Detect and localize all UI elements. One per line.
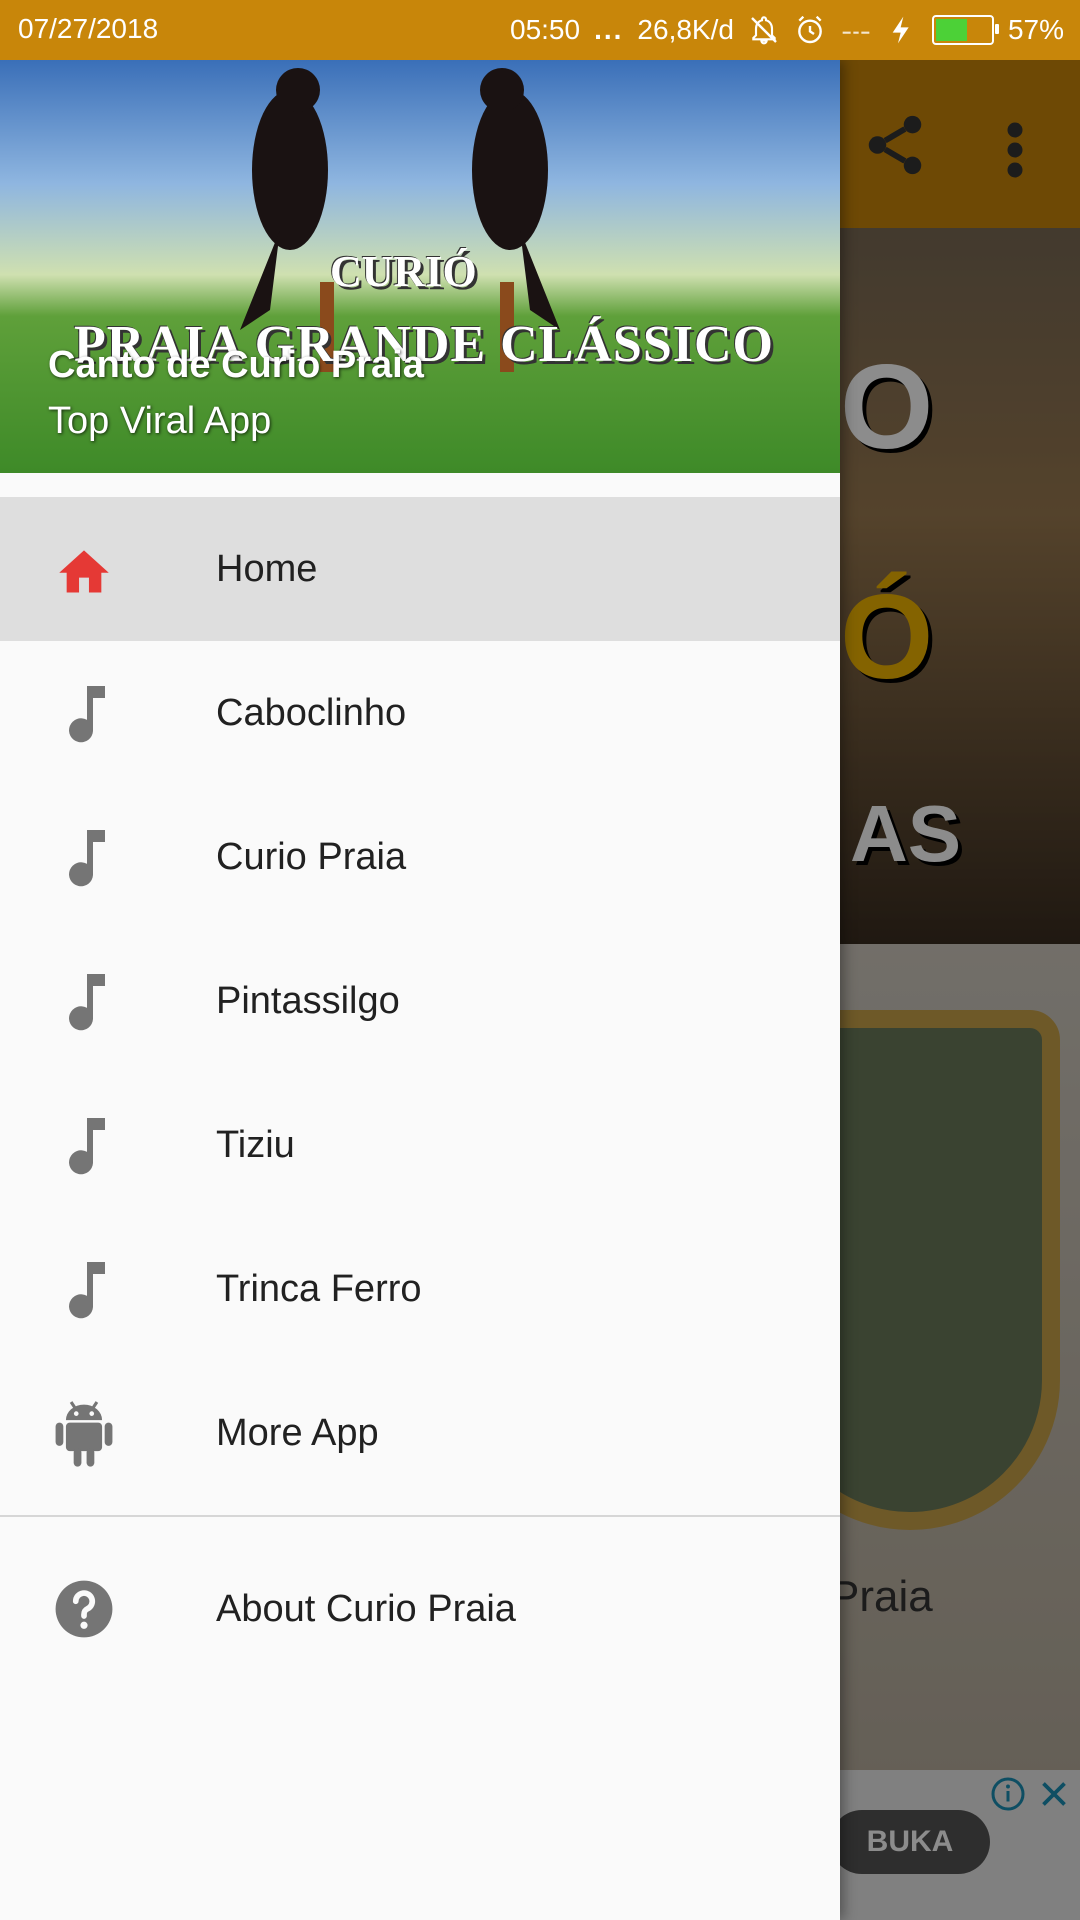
menu-item-about[interactable]: About Curio Praia [0,1537,840,1681]
menu-item-trinca-ferro[interactable]: Trinca Ferro [0,1217,840,1361]
help-icon [52,1577,116,1641]
battery-level [935,19,967,41]
menu-item-label: Caboclinho [216,691,407,734]
menu-item-caboclinho[interactable]: Caboclinho [0,641,840,785]
menu-item-label: Home [216,547,318,590]
status-dots: ... [594,14,624,45]
signal-icon [842,31,870,34]
menu-item-more-app[interactable]: More App [0,1361,840,1505]
menu-item-label: More App [216,1411,379,1454]
drawer-app-subtitle: Top Viral App [48,400,272,442]
menu-item-label: Tiziu [216,1123,295,1166]
music-note-icon [52,681,116,745]
alarm-icon [798,15,822,44]
menu-item-label: Curio Praia [216,835,407,878]
android-icon [52,1401,116,1467]
status-right: 05:50 ... 26,8K/d 57% [510,0,1064,60]
status-time: 05:50 [510,14,581,45]
menu-item-home[interactable]: Home [0,497,840,641]
header-logo-text: CURIÓ [330,247,477,296]
bird-image-right [472,68,560,330]
battery-percent: 57% [1007,14,1064,45]
drawer-menu: Home Caboclinho Curio Praia Pintassilgo … [0,497,840,1681]
music-note-icon [52,1113,116,1177]
menu-divider [0,1515,840,1517]
menu-item-curio-praia[interactable]: Curio Praia [0,785,840,929]
drawer-app-title: Canto de Curio Praia [48,344,424,386]
drawer-header: CURIÓ PRAIA GRANDE CLÁSSICO Canto de Cur… [0,60,840,473]
menu-item-tiziu[interactable]: Tiziu [0,1073,840,1217]
home-icon [52,537,116,601]
menu-item-label: About Curio Praia [216,1587,516,1630]
music-note-icon [52,969,116,1033]
notifications-off-icon [751,16,777,45]
status-date: 07/27/2018 [18,13,159,44]
menu-item-label: Pintassilgo [216,979,400,1022]
charging-icon [892,16,909,44]
status-bar: 07/27/2018 05:50 ... 26,8K/d 57% [0,0,1080,60]
navigation-drawer: CURIÓ PRAIA GRANDE CLÁSSICO Canto de Cur… [0,60,840,1920]
music-note-icon [52,1257,116,1321]
battery-icon [931,15,999,45]
menu-item-pintassilgo[interactable]: Pintassilgo [0,929,840,1073]
menu-item-label: Trinca Ferro [216,1267,422,1310]
network-speed: 26,8K/d [637,14,734,45]
music-note-icon [52,825,116,889]
